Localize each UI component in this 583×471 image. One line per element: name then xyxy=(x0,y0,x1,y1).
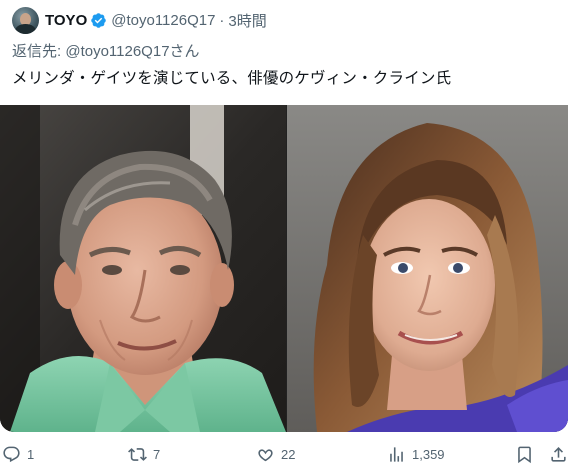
views-button[interactable]: 1,359 xyxy=(387,444,445,464)
reply-to-line: 返信先: @toyo1126Q17さん xyxy=(12,40,200,61)
tweet-header: TOYO @toyo1126Q17 · 3時間 xyxy=(45,10,267,30)
reply-button[interactable]: 1 xyxy=(2,444,34,464)
tweet-media[interactable] xyxy=(0,105,568,432)
views-icon xyxy=(390,446,403,462)
avatar[interactable] xyxy=(12,7,39,34)
verified-badge-icon xyxy=(91,12,106,28)
tweet[interactable]: TOYO @toyo1126Q17 · 3時間 返信先: @toyo1126Q1… xyxy=(0,0,583,471)
bookmark-button[interactable] xyxy=(515,444,534,464)
retweet-count: 7 xyxy=(153,446,161,462)
like-count: 22 xyxy=(281,446,296,462)
share-icon xyxy=(551,446,566,462)
tweet-timestamp[interactable]: 3時間 xyxy=(228,10,266,31)
photo-woman[interactable] xyxy=(287,105,568,432)
retweet-button[interactable]: 7 xyxy=(128,444,160,464)
like-icon xyxy=(258,448,273,461)
author-name[interactable]: TOYO xyxy=(45,12,87,29)
tweet-actions: 1 7 22 1,359 xyxy=(0,440,583,468)
reply-to-prefix: 返信先: xyxy=(12,43,62,60)
author-handle[interactable]: @toyo1126Q17 xyxy=(111,12,215,29)
reply-count: 1 xyxy=(27,446,35,462)
photo-man[interactable] xyxy=(0,105,286,432)
separator-dot: · xyxy=(219,11,225,29)
reply-icon xyxy=(3,446,20,462)
bookmark-icon xyxy=(518,446,531,463)
like-button[interactable]: 22 xyxy=(256,444,295,464)
share-button[interactable] xyxy=(549,444,568,464)
tweet-text: メリンダ・ゲイツを演じている、俳優のケヴィン・クライン氏 xyxy=(12,70,452,87)
reply-to-mention[interactable]: @toyo1126Q17さん xyxy=(65,43,199,60)
views-count: 1,359 xyxy=(412,446,445,462)
retweet-icon xyxy=(128,447,147,461)
